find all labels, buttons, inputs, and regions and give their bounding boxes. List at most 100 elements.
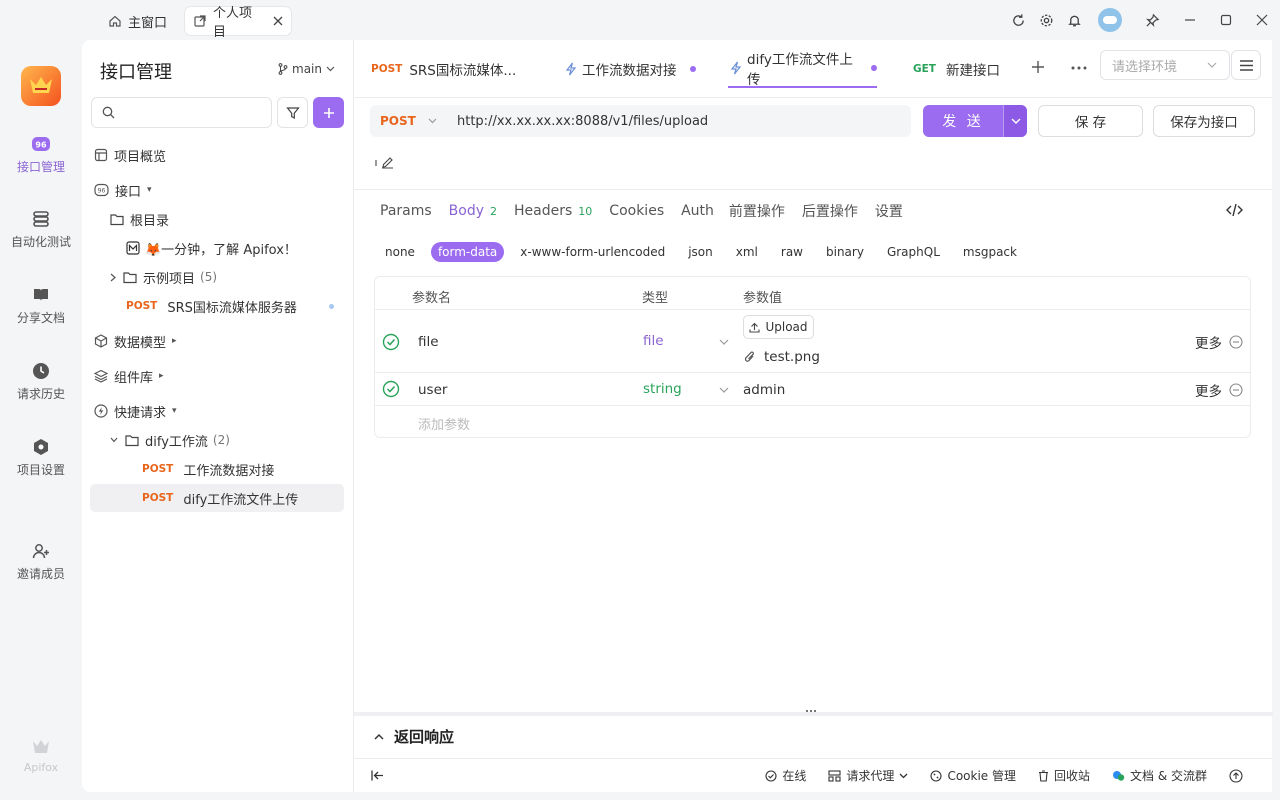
send-button[interactable]: 发 送: [923, 105, 1027, 137]
tree-item-examples[interactable]: 示例项目 (5): [90, 263, 344, 291]
rail-item-project-settings[interactable]: 项目设置: [0, 438, 82, 478]
url-input[interactable]: http://xx.xx.xx.xx:8088/v1/files/upload: [457, 114, 708, 129]
add-button[interactable]: [313, 97, 344, 128]
subtab-settings[interactable]: 设置: [875, 200, 903, 222]
upload-arrow-icon[interactable]: [1229, 768, 1243, 783]
subtab-cookies[interactable]: Cookies: [609, 200, 664, 222]
description-edit[interactable]: [375, 156, 394, 169]
close-icon[interactable]: [273, 16, 283, 26]
remove-icon[interactable]: [1229, 335, 1243, 349]
method-select[interactable]: POST: [370, 114, 445, 128]
request-tab-workflow-data[interactable]: 工作流数据对接: [565, 50, 696, 88]
cookie-manager[interactable]: Cookie 管理: [930, 767, 1016, 784]
pin-icon[interactable]: [1132, 6, 1172, 34]
cube-icon: [94, 334, 108, 348]
rail-item-history[interactable]: 请求历史: [0, 362, 82, 402]
refresh-icon[interactable]: [1004, 6, 1032, 34]
tree-item-overview[interactable]: 项目概览: [90, 141, 344, 169]
gear-icon[interactable]: [1032, 6, 1060, 34]
body-type-urlencoded[interactable]: x-www-form-urlencoded: [513, 242, 672, 262]
param-value[interactable]: admin: [743, 382, 785, 398]
subtab-pre-actions[interactable]: 前置操作: [729, 200, 785, 222]
close-window-icon[interactable]: [1244, 6, 1280, 34]
tree-item-apis[interactable]: 96 接口 ▾: [90, 176, 344, 204]
subtab-label: 后置操作: [801, 204, 858, 220]
tree-item-models[interactable]: 数据模型 ▸: [90, 327, 344, 355]
body-type-binary[interactable]: binary: [819, 242, 871, 262]
request-tab-bar: POST SRS国标流媒体... 工作流数据对接 dify工作流文件上传 GET…: [354, 40, 1273, 98]
rail-item-share-docs[interactable]: 分享文档: [0, 286, 82, 326]
chevron-down-icon[interactable]: [719, 387, 729, 393]
collapse-sidebar-icon[interactable]: [371, 770, 384, 781]
api-icon: 96: [31, 135, 51, 153]
method-label: POST: [380, 114, 416, 128]
rail-item-api-management[interactable]: 96 接口管理: [0, 135, 82, 175]
response-panel-header[interactable]: 返回响应: [354, 712, 1273, 756]
avatar[interactable]: [1088, 6, 1132, 34]
filter-button[interactable]: [277, 97, 308, 128]
chevron-down-icon[interactable]: [719, 339, 729, 345]
tree-item-doc[interactable]: 🦊一分钟，了解 Apifox！: [90, 234, 344, 262]
menu-button[interactable]: [1231, 50, 1261, 80]
body-type-msgpack[interactable]: msgpack: [956, 242, 1024, 262]
send-options-chevron-icon[interactable]: [1003, 105, 1027, 137]
tree-item-file-upload[interactable]: POST dify工作流文件上传: [90, 484, 344, 512]
tree-item-quick-requests[interactable]: 快捷请求 ▾: [90, 397, 344, 425]
request-proxy[interactable]: 请求代理: [828, 767, 908, 784]
bell-icon[interactable]: [1060, 6, 1088, 34]
docs-community[interactable]: 文档 & 交流群: [1112, 767, 1207, 784]
add-tab-icon[interactable]: [1031, 60, 1045, 74]
branch-selector[interactable]: main: [278, 62, 335, 76]
code-icon[interactable]: [1226, 203, 1243, 217]
rail-item-automation[interactable]: 自动化测试: [0, 210, 82, 250]
param-type[interactable]: file: [643, 333, 664, 349]
body-type-xml[interactable]: xml: [729, 242, 765, 262]
upload-button[interactable]: Upload: [743, 315, 814, 339]
method-badge: POST: [126, 300, 158, 312]
branch-icon: [278, 63, 288, 75]
body-type-graphql[interactable]: GraphQL: [880, 242, 947, 262]
param-name[interactable]: file: [418, 334, 439, 350]
sidebar-search-input[interactable]: [91, 97, 272, 128]
tree-item-root[interactable]: 根目录: [90, 205, 344, 233]
recycle-bin[interactable]: 回收站: [1038, 767, 1090, 784]
chevron-down-icon: [326, 66, 335, 72]
tree-item-srs[interactable]: POST SRS国标流媒体服务器: [90, 292, 344, 320]
subtab-params[interactable]: Params: [380, 200, 432, 222]
save-as-api-button[interactable]: 保存为接口: [1153, 105, 1255, 137]
param-type[interactable]: string: [643, 381, 682, 397]
request-tab-file-upload[interactable]: dify工作流文件上传: [728, 50, 877, 88]
environment-placeholder: 请选择环境: [1112, 59, 1178, 75]
rail-item-invite[interactable]: 邀请成员: [0, 542, 82, 582]
more-tabs-icon[interactable]: [1071, 66, 1087, 70]
body-type-raw[interactable]: raw: [774, 242, 810, 262]
body-type-form-data[interactable]: form-data: [430, 242, 505, 262]
method-badge: POST: [371, 63, 403, 75]
enabled-checkbox[interactable]: [382, 333, 400, 351]
request-tab-srs[interactable]: POST SRS国标流媒体...: [371, 50, 516, 88]
add-param-input[interactable]: 添加参数: [418, 414, 470, 433]
maximize-icon[interactable]: [1208, 6, 1244, 34]
request-tab-new-api[interactable]: GET 新建接口: [913, 50, 1000, 88]
tree-item-components[interactable]: 组件库 ▸: [90, 362, 344, 390]
save-button[interactable]: 保 存: [1038, 105, 1143, 137]
environment-select[interactable]: 请选择环境: [1100, 50, 1230, 80]
subtab-body[interactable]: Body 2: [449, 200, 497, 222]
subtab-headers[interactable]: Headers 10: [514, 200, 592, 222]
tab-main-window[interactable]: 主窗口: [100, 7, 175, 35]
body-type-none[interactable]: none: [378, 242, 422, 262]
body-type-json[interactable]: json: [681, 242, 720, 262]
more-button[interactable]: 更多: [1195, 380, 1243, 400]
subtab-auth[interactable]: Auth: [681, 200, 714, 222]
subtab-post-actions[interactable]: 后置操作: [802, 200, 858, 222]
more-button[interactable]: 更多: [1195, 332, 1243, 352]
param-name[interactable]: user: [418, 382, 447, 398]
remove-icon[interactable]: [1229, 383, 1243, 397]
enabled-checkbox[interactable]: [382, 380, 400, 398]
tab-personal-project[interactable]: 个人项目: [185, 6, 291, 40]
tree-item-workflow-data[interactable]: POST 工作流数据对接: [90, 455, 344, 483]
tree-label: dify工作流文件上传: [183, 492, 299, 508]
minimize-icon[interactable]: [1172, 6, 1208, 34]
tree-item-dify-folder[interactable]: dify工作流 (2): [90, 426, 344, 454]
online-status[interactable]: 在线: [765, 767, 806, 784]
